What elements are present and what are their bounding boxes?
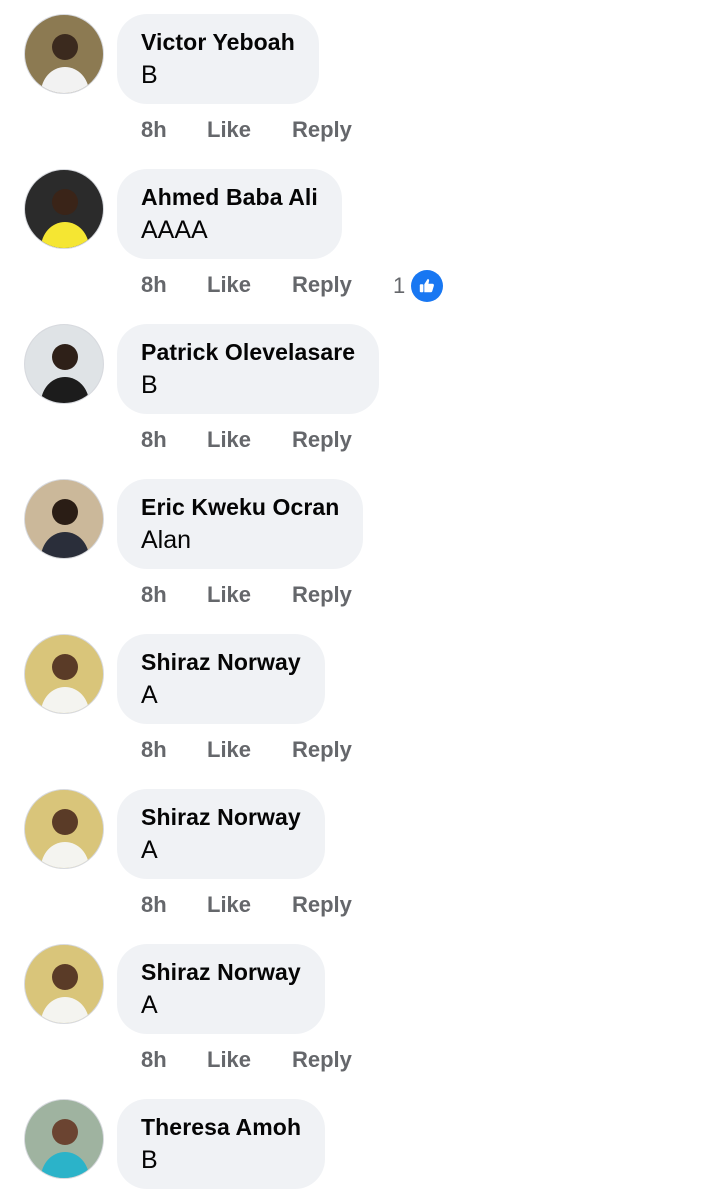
reaction-count: 1: [393, 273, 406, 298]
comment-item: Ahmed Baba Ali AAAA 8h Like Reply 1: [0, 155, 720, 310]
comment-text: Alan: [141, 526, 192, 554]
comment-author[interactable]: Shiraz Norway: [141, 957, 301, 987]
comment-timestamp: 8h: [141, 892, 167, 917]
comment-text: A: [141, 836, 158, 864]
avatar[interactable]: [24, 169, 104, 249]
reply-button[interactable]: Reply: [292, 892, 352, 918]
comment-text: A: [141, 681, 158, 709]
avatar[interactable]: [24, 634, 104, 714]
avatar-photo-svg: [25, 480, 103, 558]
like-button[interactable]: Like: [207, 892, 292, 918]
comment-text: A: [141, 991, 158, 1019]
comment-timestamp: 8h: [141, 1047, 167, 1072]
reply-button[interactable]: Reply: [292, 1047, 352, 1073]
comment-item: Theresa Amoh B: [0, 1085, 720, 1194]
avatar-photo-svg: [25, 635, 103, 713]
comment-author[interactable]: Shiraz Norway: [141, 647, 301, 677]
comment-author[interactable]: Shiraz Norway: [141, 802, 301, 832]
comment-timestamp: 8h: [141, 427, 167, 452]
reaction-summary[interactable]: 1: [393, 270, 444, 302]
comment-text: B: [141, 371, 158, 399]
comment-author[interactable]: Patrick Olevelasare: [141, 337, 355, 367]
reply-button[interactable]: Reply: [292, 117, 352, 143]
comment-item: Shiraz Norway A 8h Like Reply: [0, 620, 720, 775]
like-button[interactable]: Like: [207, 582, 292, 608]
comment-actions: 8h Like Reply: [141, 1044, 352, 1076]
comment-timestamp: 8h: [141, 117, 167, 142]
comment-actions: 8h Like Reply: [141, 734, 352, 766]
avatar[interactable]: [24, 944, 104, 1024]
reply-button[interactable]: Reply: [292, 737, 352, 763]
comment-actions: 8h Like Reply: [141, 889, 352, 921]
comment-item: Eric Kweku Ocran Alan 8h Like Reply: [0, 465, 720, 620]
avatar-photo-svg: [25, 15, 103, 93]
comment-author[interactable]: Victor Yeboah: [141, 27, 295, 57]
avatar[interactable]: [24, 479, 104, 559]
avatar-photo-svg: [25, 325, 103, 403]
comment-timestamp: 8h: [141, 272, 167, 297]
comment-timestamp: 8h: [141, 582, 167, 607]
like-reaction-icon: [411, 270, 444, 302]
comment-actions: 8h Like Reply: [141, 579, 352, 611]
comment-actions: 8h Like Reply: [141, 269, 352, 301]
like-button[interactable]: Like: [207, 427, 292, 453]
comment-item: Patrick Olevelasare B 8h Like Reply: [0, 310, 720, 465]
comment-bubble: Eric Kweku Ocran Alan: [117, 479, 364, 569]
comment-bubble: Ahmed Baba Ali AAAA: [117, 169, 342, 259]
avatar[interactable]: [24, 14, 104, 94]
comment-author[interactable]: Eric Kweku Ocran: [141, 492, 339, 522]
comment-bubble: Theresa Amoh B: [117, 1099, 326, 1189]
comment-author[interactable]: Theresa Amoh: [141, 1112, 301, 1142]
like-button[interactable]: Like: [207, 1047, 292, 1073]
avatar[interactable]: [24, 324, 104, 404]
comment-actions: 8h Like Reply: [141, 424, 352, 456]
comment-item: Shiraz Norway A 8h Like Reply: [0, 930, 720, 1085]
comment-actions: 8h Like Reply: [141, 114, 352, 146]
comment-bubble: Shiraz Norway A: [117, 789, 325, 879]
avatar[interactable]: [24, 1099, 104, 1179]
comment-item: Victor Yeboah B 8h Like Reply: [0, 0, 720, 155]
like-button[interactable]: Like: [207, 737, 292, 763]
comment-text: AAAA: [141, 216, 208, 244]
comment-text: B: [141, 61, 158, 89]
comment-bubble: Shiraz Norway A: [117, 944, 325, 1034]
like-button[interactable]: Like: [207, 272, 292, 298]
reply-button[interactable]: Reply: [292, 582, 352, 608]
comment-author[interactable]: Ahmed Baba Ali: [141, 182, 318, 212]
comment-timestamp: 8h: [141, 737, 167, 762]
avatar-photo-svg: [25, 945, 103, 1023]
comment-text: B: [141, 1146, 158, 1174]
comment-item: Shiraz Norway A 8h Like Reply: [0, 775, 720, 930]
comment-bubble: Shiraz Norway A: [117, 634, 325, 724]
avatar-photo-svg: [25, 170, 103, 248]
like-button[interactable]: Like: [207, 117, 292, 143]
avatar-photo-svg: [25, 790, 103, 868]
avatar[interactable]: [24, 789, 104, 869]
avatar-photo-svg: [25, 1100, 103, 1178]
comment-bubble: Victor Yeboah B: [117, 14, 319, 104]
comment-thread: Victor Yeboah B 8h Like Reply Ahmed Baba Ali A…: [0, 0, 720, 1194]
comment-bubble: Patrick Olevelasare B: [117, 324, 380, 414]
reply-button[interactable]: Reply: [292, 272, 352, 298]
reply-button[interactable]: Reply: [292, 427, 352, 453]
